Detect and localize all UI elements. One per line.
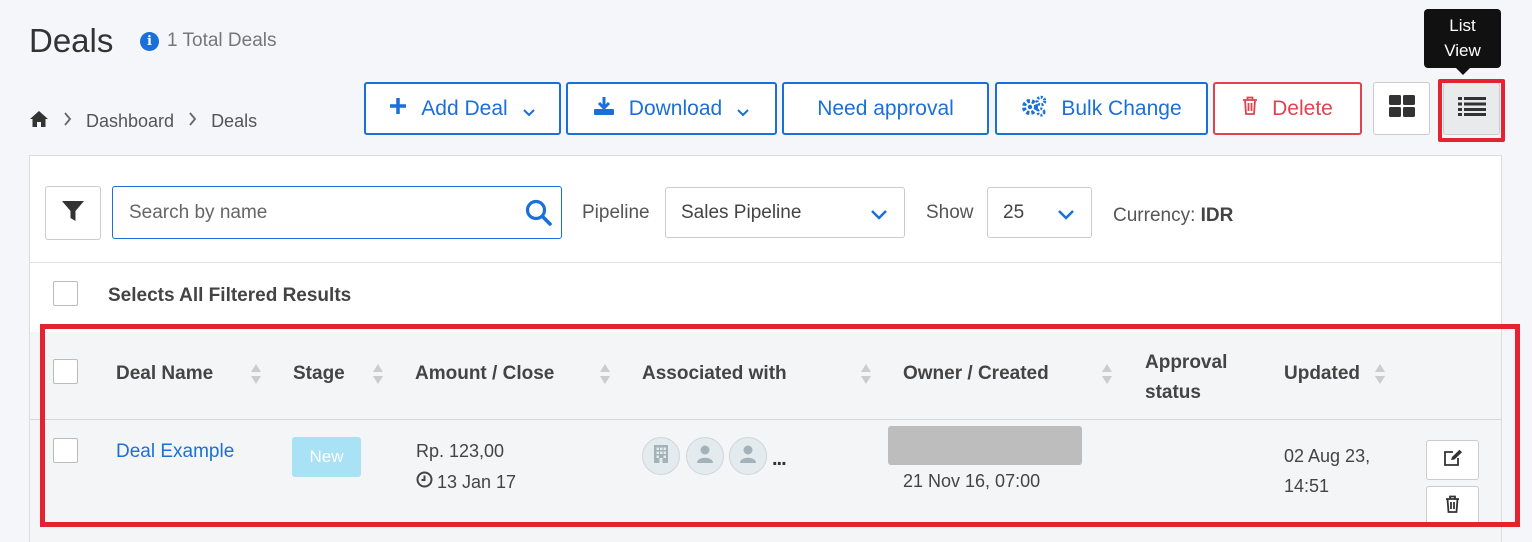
home-icon[interactable] <box>29 110 49 133</box>
divider <box>30 262 1501 263</box>
delete-label: Delete <box>1272 96 1333 120</box>
plus-icon <box>389 97 407 121</box>
chevron-right-icon <box>188 112 197 131</box>
search-icon[interactable] <box>525 199 552 231</box>
show-value: 25 <box>1003 201 1025 223</box>
info-icon: i <box>140 31 159 51</box>
breadcrumb: Dashboard Deals <box>29 110 257 133</box>
total-deals-label: 1 Total Deals <box>167 30 277 51</box>
need-approval-button[interactable]: Need approval <box>782 82 989 135</box>
chevron-down-icon <box>1057 206 1075 228</box>
currency-indicator: Currency: IDR <box>1113 205 1233 227</box>
bulk-change-label: Bulk Change <box>1061 96 1182 120</box>
tooltip-line-2: View <box>1444 41 1481 60</box>
download-icon <box>593 96 615 122</box>
bulk-change-button[interactable]: Bulk Change <box>995 82 1208 135</box>
select-all-label: Selects All Filtered Results <box>108 285 352 306</box>
list-view-tooltip: List View <box>1424 9 1501 75</box>
table-highlight <box>40 324 1520 527</box>
tooltip-line-1: List <box>1449 16 1476 35</box>
show-label: Show <box>926 202 974 223</box>
trash-icon <box>1242 96 1258 121</box>
chevron-down-icon <box>736 102 750 116</box>
download-button[interactable]: Download <box>566 82 777 135</box>
gears-icon <box>1021 95 1047 123</box>
add-deal-label: Add Deal <box>421 96 508 120</box>
add-deal-button[interactable]: Add Deal <box>364 82 561 135</box>
show-select[interactable]: 25 <box>987 187 1092 238</box>
need-approval-label: Need approval <box>817 96 954 120</box>
currency-label: Currency: <box>1113 205 1196 226</box>
filter-icon <box>61 199 85 228</box>
currency-value: IDR <box>1200 205 1234 226</box>
search-input[interactable] <box>112 186 562 239</box>
grid-icon <box>1388 95 1415 122</box>
list-view-highlight <box>1438 79 1505 142</box>
chevron-down-icon <box>522 102 536 116</box>
breadcrumb-dashboard[interactable]: Dashboard <box>86 111 174 132</box>
pipeline-value: Sales Pipeline <box>681 201 802 223</box>
filter-button[interactable] <box>45 186 101 240</box>
pipeline-select[interactable]: Sales Pipeline <box>665 187 905 238</box>
total-deals: i 1 Total Deals <box>140 30 277 52</box>
grid-view-button[interactable] <box>1373 82 1430 135</box>
delete-button[interactable]: Delete <box>1213 82 1362 135</box>
breadcrumb-deals: Deals <box>211 111 258 131</box>
page-title: Deals <box>29 22 114 59</box>
chevron-down-icon <box>870 206 888 228</box>
chevron-right-icon <box>63 112 72 131</box>
select-all-checkbox[interactable] <box>53 281 78 306</box>
pipeline-label: Pipeline <box>582 202 650 223</box>
download-label: Download <box>628 96 723 120</box>
